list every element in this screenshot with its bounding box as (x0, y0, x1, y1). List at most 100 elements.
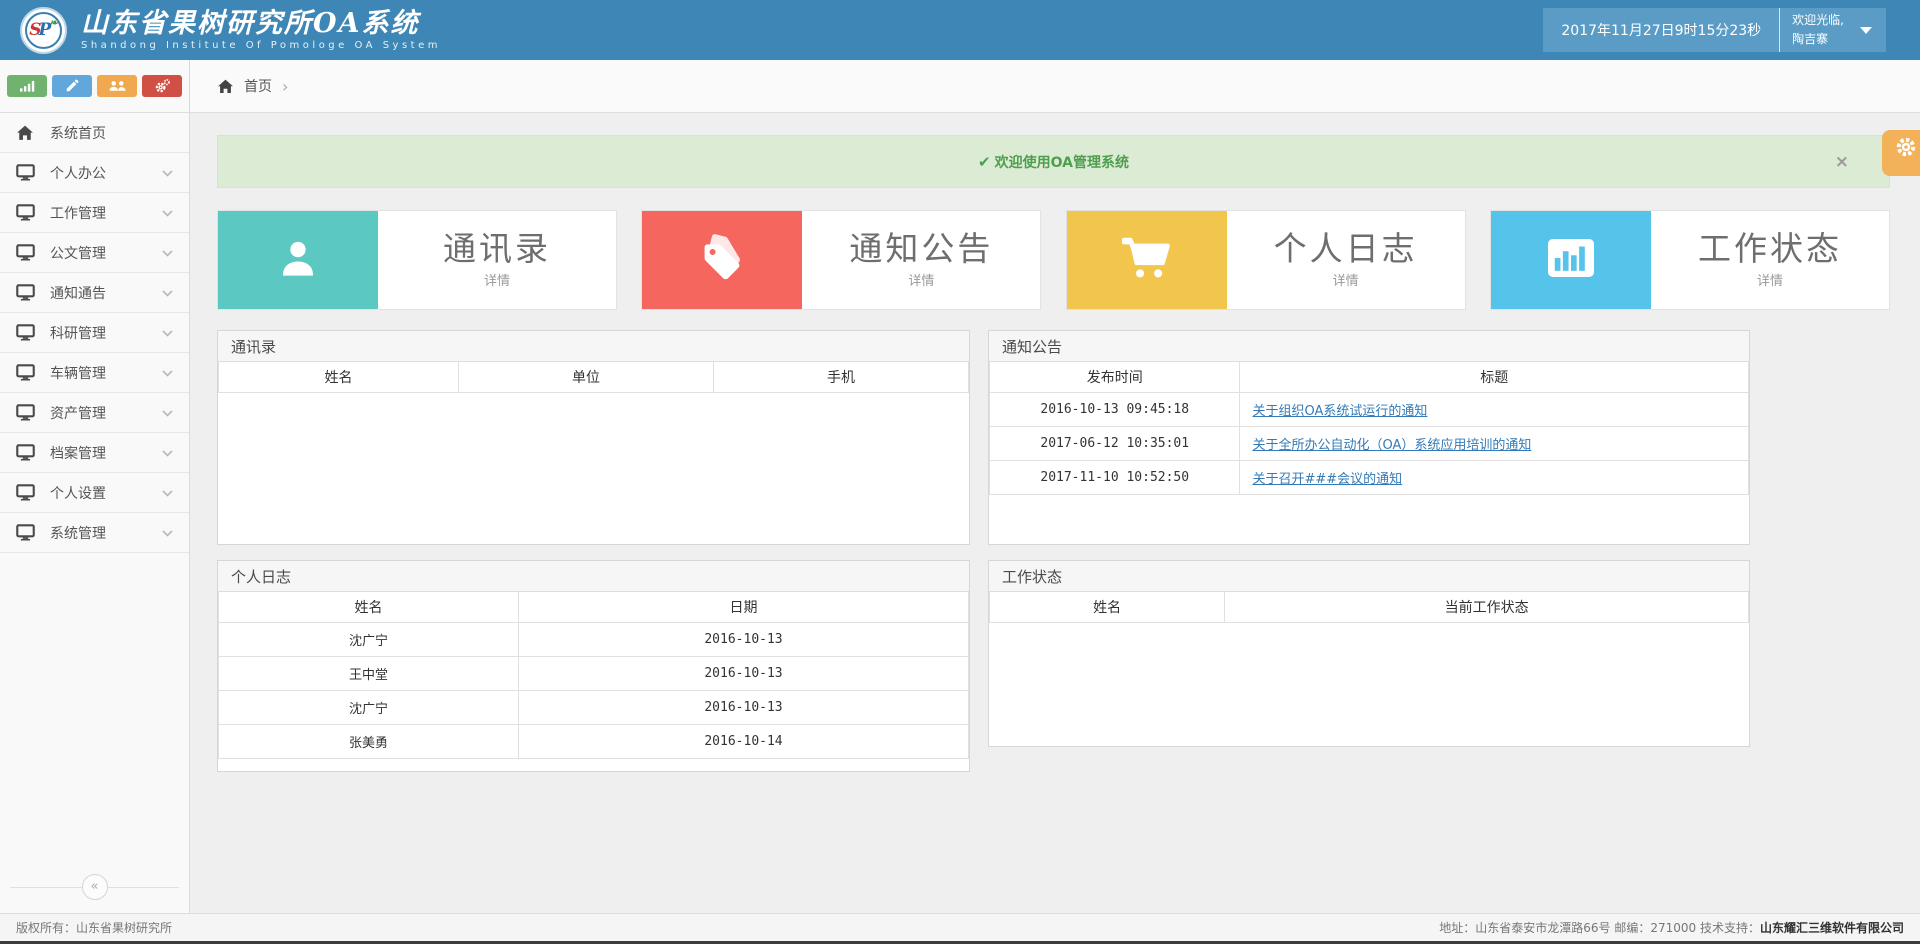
caret-down-icon (1860, 27, 1872, 34)
settings-button[interactable] (142, 75, 182, 97)
monitor-icon (16, 284, 36, 301)
sidebar-item-system-management[interactable]: 系统管理 (0, 513, 189, 553)
sidebar-item-research-management[interactable]: 科研管理 (0, 313, 189, 353)
notices-panel: 通知公告 发布时间 标题 2016-10-13 09:45:18 关于组织OA系… (988, 330, 1750, 545)
diary-name: 王中堂 (219, 656, 519, 690)
tile-contacts[interactable]: 通讯录 详情 (217, 210, 617, 310)
tile-notices[interactable]: 通知公告 详情 (641, 210, 1041, 310)
logo: S P ❧ 山东省果树研究所OA系统 Shandong Institute Of… (20, 7, 441, 54)
panel-title: 工作状态 (989, 561, 1749, 592)
sidebar-item-notices[interactable]: 通知通告 (0, 273, 189, 313)
monitor-icon (16, 444, 36, 461)
sidebar-item-label: 档案管理 (50, 443, 106, 463)
close-icon[interactable]: × (1835, 136, 1849, 187)
tile-diary[interactable]: 个人日志 详情 (1066, 210, 1466, 310)
sidebar-item-label: 工作管理 (50, 203, 106, 223)
sidebar-item-archive-management[interactable]: 档案管理 (0, 433, 189, 473)
logo-monogram: S P ❧ (25, 12, 62, 49)
monitor-icon (16, 364, 36, 381)
column-header: 标题 (1240, 362, 1749, 392)
sidebar-item-label: 个人办公 (50, 163, 106, 183)
user-menu[interactable]: 欢迎光临, 陶吉寨 (1780, 11, 1886, 48)
sidebar-item-asset-management[interactable]: 资产管理 (0, 393, 189, 433)
users-button[interactable] (97, 75, 137, 97)
column-header: 当前工作状态 (1225, 592, 1749, 622)
sidebar-item-label: 公文管理 (50, 243, 106, 263)
work-status-table: 姓名 当前工作状态 (989, 592, 1749, 623)
diary-table: 姓名 日期 沈广宁 2016-10-13 王中堂 2016-1 (218, 592, 969, 759)
users-icon (109, 80, 126, 92)
app-window: S P ❧ 山东省果树研究所OA系统 Shandong Institute Of… (0, 0, 1920, 944)
user-icon (275, 235, 321, 285)
datetime-display: 2017年11月27日9时15分23秒 (1543, 20, 1779, 40)
chevron-down-icon (162, 325, 173, 341)
cart-icon (1122, 236, 1172, 284)
notice-time: 2017-11-10 10:52:50 (990, 460, 1240, 494)
monitor-icon (16, 484, 36, 501)
edit-button[interactable] (52, 75, 92, 97)
tech-support-link[interactable]: 山东耀汇三维软件有限公司 (1760, 921, 1904, 935)
chevron-down-icon (162, 245, 173, 261)
notice-time: 2017-06-12 10:35:01 (990, 426, 1240, 460)
diary-date: 2016-10-13 (519, 690, 969, 724)
sidebar-collapse-button[interactable]: « (82, 874, 108, 900)
bar-chart-icon (20, 80, 35, 92)
pencil-icon (65, 79, 79, 93)
gears-icon (155, 79, 170, 93)
tags-icon (698, 234, 746, 286)
table-row: 2017-11-10 10:52:50 关于召开###会议的通知 (990, 460, 1749, 494)
sidebar-item-document-management[interactable]: 公文管理 (0, 233, 189, 273)
table-header-row: 姓名 日期 (219, 592, 969, 622)
panel-title: 通知公告 (989, 331, 1749, 362)
sidebar-item-personal-settings[interactable]: 个人设置 (0, 473, 189, 513)
shortcut-tiles: 通讯录 详情 通知公告 详情 (217, 210, 1890, 310)
work-status-panel: 工作状态 姓名 当前工作状态 (988, 560, 1750, 747)
chevron-down-icon (162, 205, 173, 221)
sidebar-item-label: 资产管理 (50, 403, 106, 423)
sidebar-item-home[interactable]: 系统首页 (0, 113, 189, 153)
tile-subtitle: 详情 (484, 270, 510, 289)
table-header-row: 姓名 当前工作状态 (990, 592, 1749, 622)
sidebar-item-vehicle-management[interactable]: 车辆管理 (0, 353, 189, 393)
sidebar-item-label: 通知通告 (50, 283, 106, 303)
column-header: 发布时间 (990, 362, 1240, 392)
app-title: 山东省果树研究所OA系统 (81, 9, 441, 39)
sidebar-item-label: 个人设置 (50, 483, 106, 503)
panel-title: 个人日志 (218, 561, 969, 592)
table-header-row: 发布时间 标题 (990, 362, 1749, 392)
notice-link[interactable]: 关于全所办公自动化（OA）系统应用培训的通知 (1252, 438, 1531, 453)
column-header: 手机 (714, 362, 969, 392)
institute-logo-icon: S P ❧ (20, 7, 67, 54)
chevron-down-icon (162, 485, 173, 501)
stats-button[interactable] (7, 75, 47, 97)
notice-link[interactable]: 关于召开###会议的通知 (1252, 472, 1402, 487)
sidebar-item-label: 车辆管理 (50, 363, 106, 383)
sidebar-toolbar (0, 60, 189, 113)
notice-link[interactable]: 关于组织OA系统试运行的通知 (1252, 404, 1427, 419)
column-chart-icon (1548, 239, 1594, 281)
table-row: 王中堂 2016-10-13 (219, 656, 969, 690)
sidebar-item-work-management[interactable]: 工作管理 (0, 193, 189, 233)
tile-title: 通知公告 (849, 231, 993, 267)
sidebar-item-personal-office[interactable]: 个人办公 (0, 153, 189, 193)
sidebar: 系统首页 个人办公 工作管理 公文管理 (0, 60, 190, 913)
sidebar-item-label: 系统首页 (50, 123, 106, 143)
column-header: 姓名 (219, 362, 459, 392)
tile-work-status[interactable]: 工作状态 详情 (1490, 210, 1890, 310)
diary-name: 沈广宁 (219, 622, 519, 656)
notice-time: 2016-10-13 09:45:18 (990, 392, 1240, 426)
breadcrumb-home[interactable]: 首页 (217, 76, 272, 96)
notices-table: 发布时间 标题 2016-10-13 09:45:18 关于组织OA系统试运行的… (989, 362, 1749, 495)
sidebar-item-label: 科研管理 (50, 323, 106, 343)
panel-title: 通讯录 (218, 331, 969, 362)
footer-right: 地址：山东省泰安市龙潭路66号 邮编：271000 技术支持：山东耀汇三维软件有… (1439, 919, 1904, 936)
home-icon (16, 125, 36, 141)
theme-settings-fab[interactable] (1882, 130, 1920, 176)
welcome-username: 陶吉寨 (1792, 30, 1844, 49)
breadcrumb: 首页 › (190, 60, 1920, 113)
monitor-icon (16, 524, 36, 541)
app-header: S P ❧ 山东省果树研究所OA系统 Shandong Institute Of… (0, 0, 1920, 60)
table-header-row: 姓名 单位 手机 (219, 362, 969, 392)
diary-date: 2016-10-13 (519, 656, 969, 690)
table-row: 张美勇 2016-10-14 (219, 724, 969, 758)
